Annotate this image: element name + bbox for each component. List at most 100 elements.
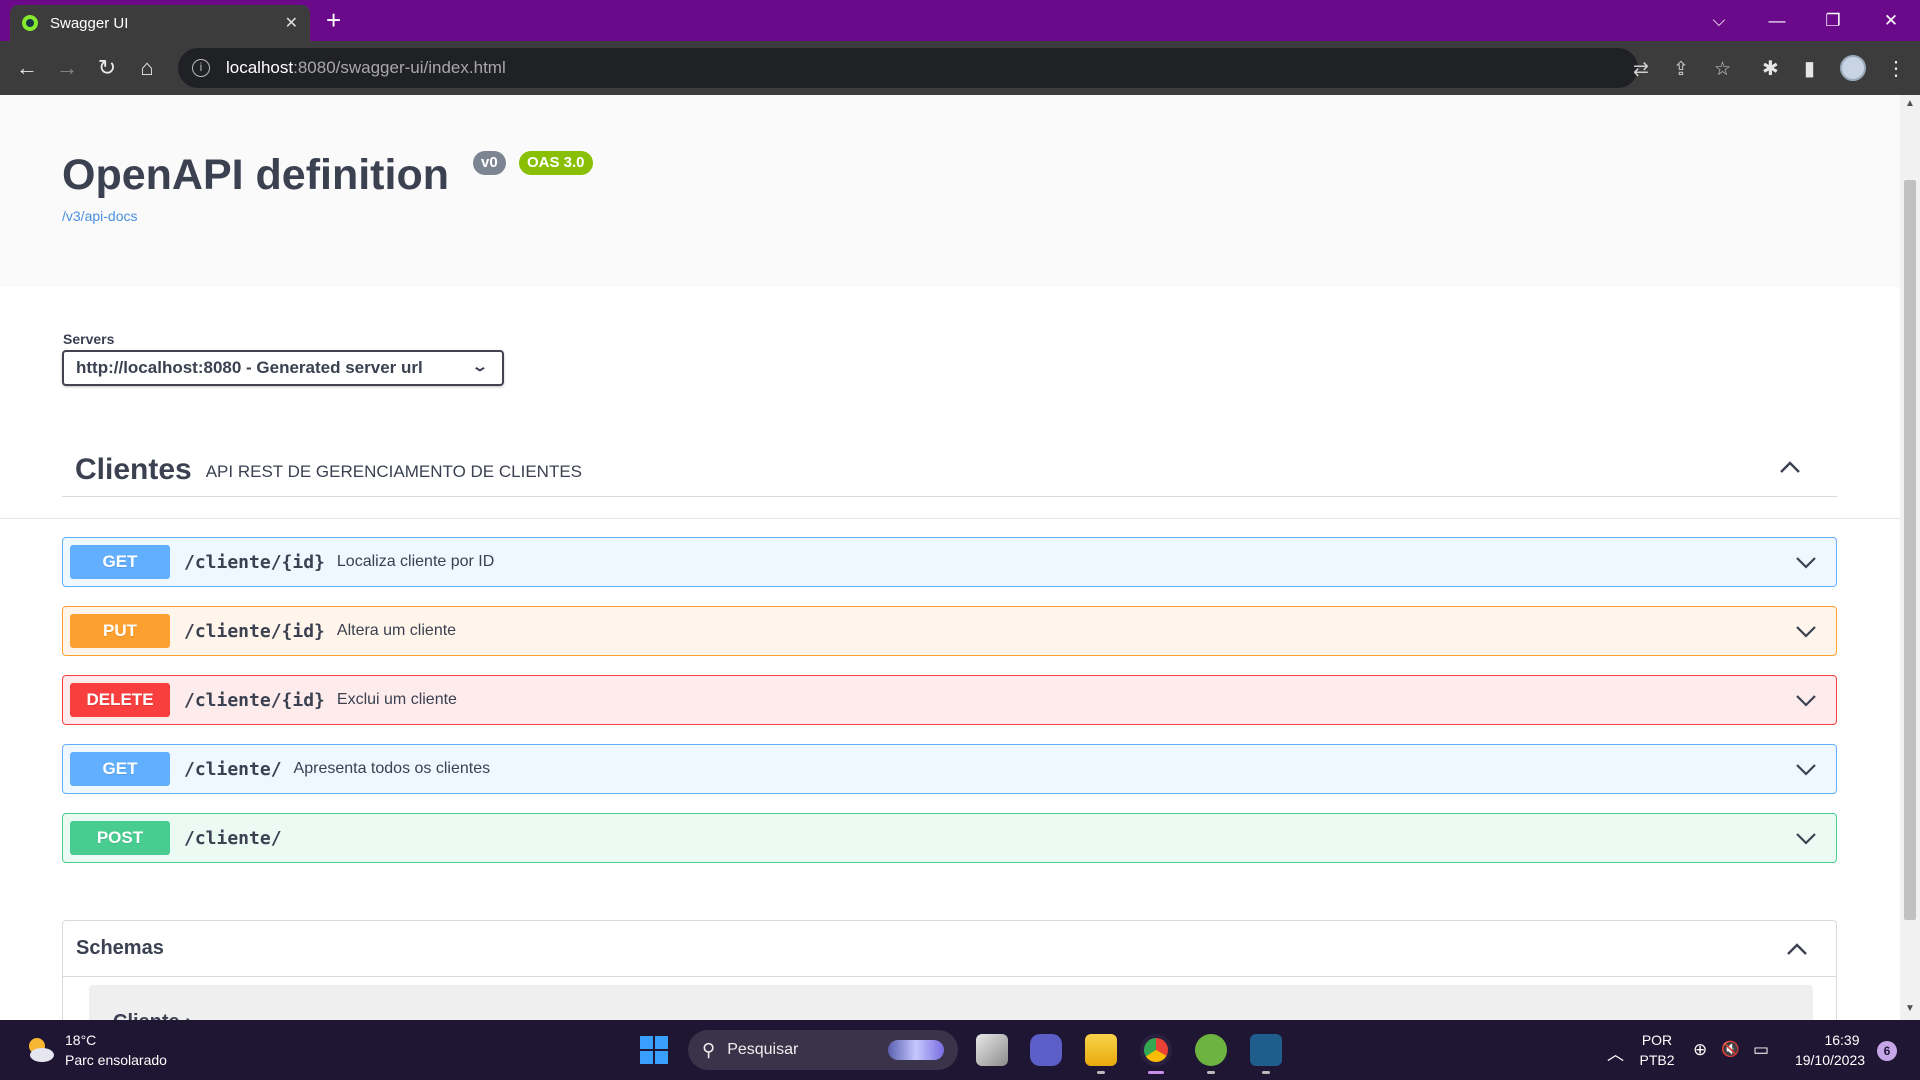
api-docs-link[interactable]: /v3/api-docs — [62, 208, 137, 224]
weather-partly-sunny-icon[interactable] — [24, 1034, 56, 1066]
method-badge: GET — [70, 752, 170, 786]
clock-date[interactable]: 19/10/2023 — [1790, 1052, 1870, 1068]
battery-icon[interactable]: ▭ — [1753, 1040, 1769, 1060]
notification-count-badge[interactable]: 6 — [1877, 1041, 1897, 1061]
home-button[interactable]: ⌂ — [133, 54, 161, 82]
site-info-icon[interactable]: i — [192, 59, 210, 77]
keyboard-language-bottom[interactable]: PTB2 — [1638, 1052, 1676, 1068]
chevron-down-icon[interactable] — [1794, 826, 1818, 850]
translate-icon[interactable]: ⇄ — [1633, 58, 1649, 81]
operation-path: /cliente/{id} — [184, 551, 325, 573]
close-window-button[interactable]: ✕ — [1866, 0, 1916, 41]
method-badge: GET — [70, 545, 170, 579]
chevron-up-icon[interactable] — [1782, 935, 1812, 965]
running-indicator — [1262, 1071, 1270, 1074]
keyboard-language-top[interactable]: POR — [1640, 1032, 1674, 1048]
search-highlight-art-icon — [888, 1040, 944, 1060]
weather-description: Parc ensolarado — [65, 1052, 167, 1068]
tab-search-dropdown-icon[interactable]: ⌵ — [1694, 0, 1744, 41]
clock-time[interactable]: 16:39 — [1822, 1032, 1862, 1048]
swagger-page: OpenAPI definition v0 OAS 3.0 /v3/api-do… — [0, 95, 1900, 1020]
address-bar[interactable]: i localhost:8080/swagger-ui/index.html ⇄… — [178, 48, 1731, 88]
browser-toolbar: ← → ↻ ⌂ i localhost:8080/swagger-ui/inde… — [0, 41, 1920, 95]
operation-put-cliente-id[interactable]: PUT /cliente/{id} Altera um cliente — [62, 606, 1837, 656]
share-icon[interactable]: ⇪ — [1673, 58, 1689, 81]
servers-selected-value: http://localhost:8080 - Generated server… — [76, 358, 423, 377]
new-tab-button[interactable]: + — [326, 6, 341, 34]
operation-summary: Apresenta todos os clientes — [293, 760, 491, 777]
page-scrollbar[interactable]: ▲ ▼ — [1900, 95, 1920, 1020]
side-panel-icon[interactable]: ▮ — [1804, 56, 1815, 81]
spring-tools-icon[interactable] — [1195, 1034, 1227, 1066]
schemas-section: Schemas Cliente › — [62, 920, 1837, 1020]
operation-get-cliente-id[interactable]: GET /cliente/{id} Localiza cliente por I… — [62, 537, 1837, 587]
operation-summary: Localiza cliente por ID — [336, 553, 495, 570]
tag-description: API REST DE GERENCIAMENTO DE CLIENTES — [205, 461, 583, 481]
operation-path: /cliente/{id} — [184, 689, 325, 711]
profile-avatar[interactable] — [1840, 55, 1866, 81]
operation-summary: Altera um cliente — [336, 622, 457, 639]
browser-menu-icon[interactable]: ⋮ — [1886, 56, 1906, 81]
model-name: Cliente › — [113, 1011, 192, 1020]
back-button[interactable]: ← — [13, 54, 41, 82]
servers-select[interactable]: http://localhost:8080 - Generated server… — [62, 350, 504, 386]
operation-summary: Exclui um cliente — [336, 691, 457, 708]
chevron-down-icon: ⌄ — [471, 358, 489, 374]
search-icon: ⚲ — [702, 1039, 716, 1060]
operation-path: /cliente/ — [184, 758, 282, 780]
forward-button[interactable]: → — [53, 54, 81, 82]
active-indicator — [1148, 1071, 1164, 1074]
windows-taskbar: 18°C Parc ensolarado ⚲ Pesquisar ︿ POR P… — [0, 1020, 1920, 1080]
teams-chat-icon[interactable] — [1030, 1034, 1062, 1066]
extensions-icon[interactable]: ✱ — [1762, 56, 1779, 81]
file-explorer-icon[interactable] — [1085, 1034, 1117, 1066]
browser-tab[interactable]: Swagger UI ✕ — [10, 5, 310, 41]
api-info-section: OpenAPI definition v0 OAS 3.0 /v3/api-do… — [0, 95, 1900, 287]
api-title: OpenAPI definition — [62, 151, 449, 199]
tab-title: Swagger UI — [50, 14, 129, 32]
operation-path: /cliente/ — [184, 827, 282, 849]
model-cliente[interactable]: Cliente › — [89, 985, 1813, 1020]
chevron-up-icon[interactable] — [1775, 453, 1805, 483]
servers-label: Servers — [63, 331, 115, 347]
minimize-button[interactable]: — — [1752, 0, 1802, 41]
operation-get-cliente-list[interactable]: GET /cliente/ Apresenta todos os cliente… — [62, 744, 1837, 794]
method-badge: PUT — [70, 614, 170, 648]
running-indicator — [1207, 1071, 1215, 1074]
windows-start-icon[interactable] — [640, 1036, 668, 1064]
taskbar-search[interactable]: ⚲ Pesquisar — [688, 1030, 958, 1070]
bookmark-star-icon[interactable]: ☆ — [1714, 58, 1731, 81]
reload-button[interactable]: ↻ — [93, 54, 121, 82]
chrome-icon[interactable] — [1140, 1034, 1172, 1066]
tab-close-icon[interactable]: ✕ — [285, 13, 298, 33]
version-badge: v0 — [473, 151, 506, 175]
chevron-down-icon[interactable] — [1794, 688, 1818, 712]
scrollbar-thumb[interactable] — [1904, 180, 1916, 920]
running-indicator — [1097, 1071, 1105, 1074]
chevron-down-icon[interactable] — [1794, 619, 1818, 643]
operation-delete-cliente-id[interactable]: DELETE /cliente/{id} Exclui um cliente — [62, 675, 1837, 725]
chevron-down-icon[interactable] — [1794, 757, 1818, 781]
tag-name: Clientes — [75, 452, 192, 486]
schemas-title: Schemas — [76, 937, 164, 959]
method-badge: POST — [70, 821, 170, 855]
mysql-workbench-icon[interactable] — [1250, 1034, 1282, 1066]
chevron-down-icon[interactable] — [1794, 550, 1818, 574]
network-icon[interactable]: ⊕ — [1693, 1040, 1707, 1060]
task-view-icon[interactable] — [976, 1034, 1008, 1066]
scroll-up-arrow-icon[interactable]: ▲ — [1905, 98, 1915, 109]
taskbar-search-placeholder: Pesquisar — [727, 1041, 799, 1058]
weather-temperature: 18°C — [65, 1032, 97, 1048]
url-host: localhost — [226, 58, 294, 77]
volume-muted-icon[interactable]: 🔇 — [1721, 1040, 1740, 1058]
restore-button[interactable]: ❐ — [1808, 0, 1858, 41]
method-badge: DELETE — [70, 683, 170, 717]
tag-section-header[interactable]: Clientes API REST DE GERENCIAMENTO DE CL… — [62, 443, 1837, 497]
operation-post-cliente[interactable]: POST /cliente/ — [62, 813, 1837, 863]
scroll-down-arrow-icon[interactable]: ▼ — [1905, 1003, 1915, 1014]
operation-path: /cliente/{id} — [184, 620, 325, 642]
schemas-header[interactable]: Schemas — [63, 921, 1836, 977]
oas-badge: OAS 3.0 — [519, 151, 593, 175]
tray-overflow-chevron-icon[interactable]: ︿ — [1607, 1040, 1624, 1065]
url-path: :8080/swagger-ui/index.html — [293, 58, 506, 77]
